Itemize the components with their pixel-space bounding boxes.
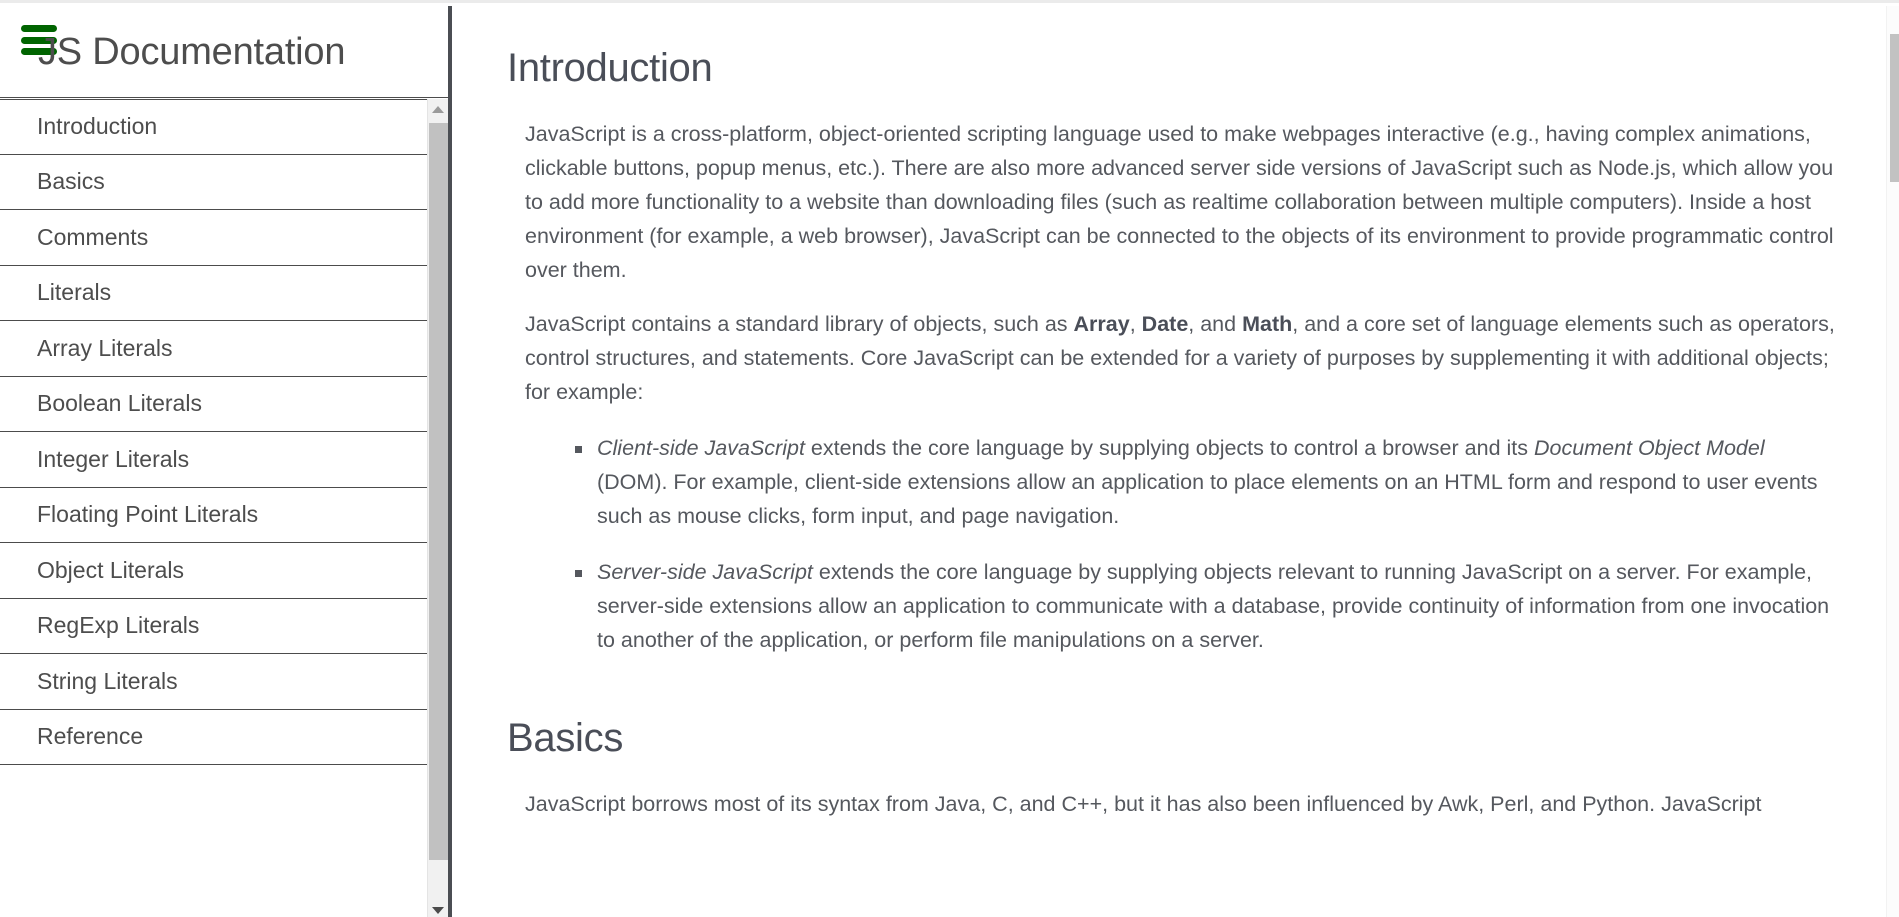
sidebar-item-string-literals[interactable]: String Literals — [0, 654, 448, 710]
sidebar-item-reference[interactable]: Reference — [0, 709, 448, 765]
bullet-2-italic-1: Server-side JavaScript — [597, 560, 813, 584]
sidebar-link-boolean-literals[interactable]: Boolean Literals — [0, 390, 202, 417]
paragraph-2-text-3: , and — [1188, 312, 1243, 336]
sidebar-link-integer-literals[interactable]: Integer Literals — [0, 446, 189, 473]
list-item: Client-side JavaScript extends the core … — [575, 431, 1837, 533]
bullet-1-text-1: extends the core language by supplying o… — [804, 436, 1534, 460]
sidebar-link-floating-point-literals[interactable]: Floating Point Literals — [0, 501, 258, 528]
section-header-introduction: Introduction — [507, 46, 713, 90]
sidebar-item-integer-literals[interactable]: Integer Literals — [0, 432, 448, 488]
page-scrollbar-thumb[interactable] — [1890, 34, 1899, 182]
introduction-paragraph-1: JavaScript is a cross-platform, object-o… — [525, 122, 1834, 282]
sidebar-link-basics[interactable]: Basics — [0, 168, 105, 195]
sidebar-navbar: JS Documentation Introduction Basics Com… — [0, 6, 452, 917]
sidebar-scrollbar-thumb[interactable] — [429, 123, 448, 860]
sidebar-item-regexp-literals[interactable]: RegExp Literals — [0, 598, 448, 654]
sidebar-item-list: Introduction Basics Comments Literals Ar… — [0, 99, 448, 917]
sidebar-scrollbar[interactable] — [427, 99, 448, 917]
sidebar-link-string-literals[interactable]: String Literals — [0, 668, 178, 695]
basics-paragraph-1: JavaScript borrows most of its syntax fr… — [525, 792, 1762, 816]
sidebar-link-reference[interactable]: Reference — [0, 723, 143, 750]
main-document-inner: Introduction JavaScript is a cross-platf… — [456, 6, 1837, 821]
paragraph-2-bold-date: Date — [1141, 312, 1189, 336]
sidebar-link-regexp-literals[interactable]: RegExp Literals — [0, 612, 199, 639]
scroll-down-arrow-icon[interactable] — [428, 900, 448, 917]
sidebar-title: JS Documentation — [38, 31, 346, 73]
main-document: Introduction JavaScript is a cross-platf… — [456, 6, 1899, 917]
sidebar-item-introduction[interactable]: Introduction — [0, 99, 448, 155]
scroll-up-arrow-icon[interactable] — [428, 99, 448, 119]
bullet-1-text-2: (DOM). For example, client-side extensio… — [597, 470, 1818, 528]
sidebar-item-comments[interactable]: Comments — [0, 210, 448, 266]
paragraph-2-text-1: JavaScript contains a standard library o… — [525, 312, 1074, 336]
sidebar-item-literals[interactable]: Literals — [0, 265, 448, 321]
section-introduction: Introduction JavaScript is a cross-platf… — [507, 6, 1837, 657]
sidebar-item-object-literals[interactable]: Object Literals — [0, 543, 448, 599]
sidebar-item-boolean-literals[interactable]: Boolean Literals — [0, 376, 448, 432]
sidebar-link-comments[interactable]: Comments — [0, 224, 148, 251]
sidebar-link-literals[interactable]: Literals — [0, 279, 111, 306]
bullet-1-italic-2: Document Object Model — [1533, 436, 1765, 460]
paragraph-2-text-2: , — [1129, 312, 1142, 336]
scroll-down-arrow-glyph — [432, 906, 444, 914]
section-basics: Basics JavaScript borrows most of its sy… — [507, 679, 1837, 821]
sidebar-link-array-literals[interactable]: Array Literals — [0, 335, 172, 362]
introduction-paragraph-2: JavaScript contains a standard library o… — [507, 307, 1837, 409]
page-scrollbar[interactable] — [1886, 6, 1899, 917]
paragraph-2-bold-array: Array — [1073, 312, 1130, 336]
bullet-1-italic-1: Client-side JavaScript — [597, 436, 805, 460]
sidebar-header: JS Documentation — [0, 6, 448, 98]
sidebar-item-floating-point-literals[interactable]: Floating Point Literals — [0, 487, 448, 543]
paragraph-2-bold-math: Math — [1242, 312, 1293, 336]
list-item: Server-side JavaScript extends the core … — [575, 555, 1837, 657]
sidebar-item-array-literals[interactable]: Array Literals — [0, 321, 448, 377]
scroll-up-arrow-glyph — [432, 105, 444, 113]
introduction-bullet-list: Client-side JavaScript extends the core … — [507, 431, 1837, 657]
sidebar-link-introduction[interactable]: Introduction — [0, 113, 157, 140]
sidebar-item-basics[interactable]: Basics — [0, 154, 448, 210]
section-header-basics: Basics — [507, 716, 624, 760]
sidebar-link-object-literals[interactable]: Object Literals — [0, 557, 184, 584]
documentation-page: JS Documentation Introduction Basics Com… — [0, 0, 1899, 917]
